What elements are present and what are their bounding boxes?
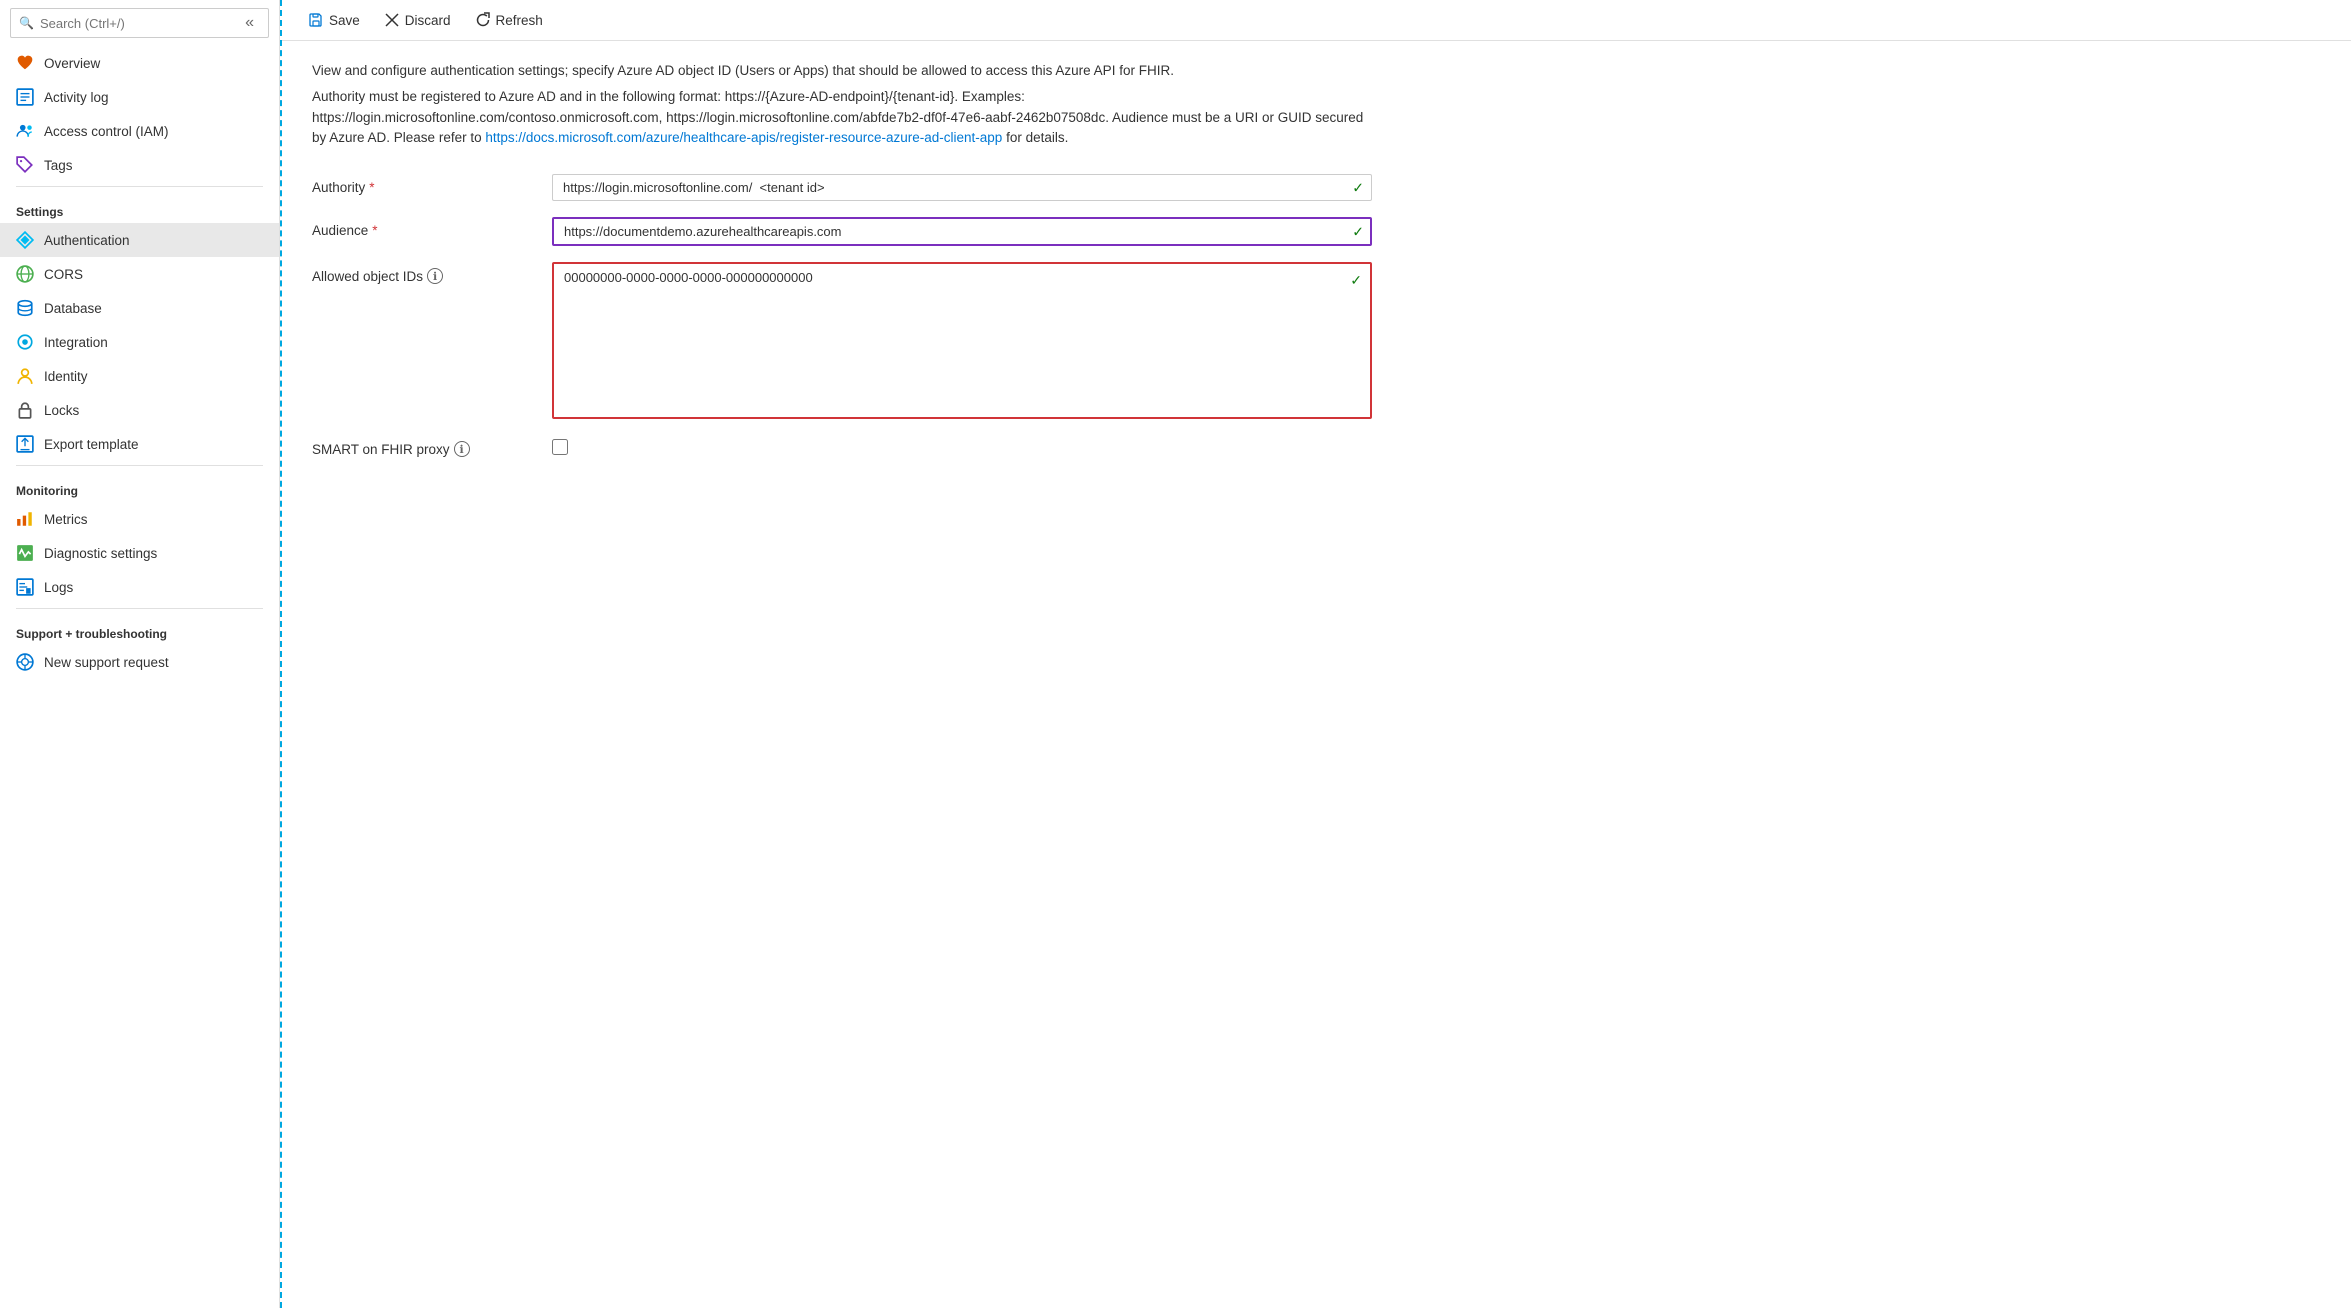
divider-monitoring [16, 465, 263, 466]
collapse-button[interactable]: « [239, 14, 260, 32]
sidebar-item-label: Overview [44, 56, 100, 71]
sidebar-item-label: Export template [44, 437, 139, 452]
smart-proxy-info-icon[interactable]: ℹ [454, 441, 470, 457]
authority-required: * [369, 180, 374, 195]
sidebar-item-label: Locks [44, 403, 79, 418]
smart-proxy-control [552, 435, 1372, 455]
sidebar-item-label: Tags [44, 158, 73, 173]
search-box[interactable]: 🔍 « [10, 8, 269, 38]
integration-icon [16, 333, 34, 351]
sidebar: 🔍 « Overview Activity log Access control… [0, 0, 280, 1308]
logs-icon [16, 578, 34, 596]
save-icon [308, 12, 324, 28]
sidebar-item-label: Access control (IAM) [44, 124, 169, 139]
identity-icon [16, 367, 34, 385]
sidebar-item-label: Metrics [44, 512, 88, 527]
audience-row: Audience * ✓ [312, 217, 1372, 246]
cors-icon [16, 265, 34, 283]
settings-section-header: Settings [0, 191, 279, 223]
support-section-header: Support + troubleshooting [0, 613, 279, 645]
sidebar-item-logs[interactable]: Logs [0, 570, 279, 604]
content-area: View and configure authentication settin… [282, 41, 2351, 1308]
sidebar-item-label: Integration [44, 335, 108, 350]
sidebar-item-label: Diagnostic settings [44, 546, 157, 561]
sidebar-item-new-support-request[interactable]: New support request [0, 645, 279, 679]
sidebar-item-label: CORS [44, 267, 83, 282]
sidebar-item-activity-log[interactable]: Activity log [0, 80, 279, 114]
audience-control: ✓ [552, 217, 1372, 246]
discard-label: Discard [405, 13, 451, 28]
people-icon [16, 122, 34, 140]
divider-settings [16, 186, 263, 187]
metrics-icon [16, 510, 34, 528]
save-button[interactable]: Save [298, 8, 370, 32]
support-icon [16, 653, 34, 671]
audience-input[interactable] [552, 217, 1372, 246]
sidebar-item-integration[interactable]: Integration [0, 325, 279, 359]
authority-row: Authority * ✓ [312, 174, 1372, 201]
sidebar-item-authentication[interactable]: Authentication [0, 223, 279, 257]
audience-check-icon: ✓ [1352, 223, 1364, 240]
smart-proxy-checkbox[interactable] [552, 439, 568, 455]
sidebar-item-tags[interactable]: Tags [0, 148, 279, 182]
search-input[interactable] [40, 16, 233, 31]
refresh-label: Refresh [496, 13, 543, 28]
allowed-ids-check-icon: ✓ [1350, 272, 1362, 289]
authority-check-icon: ✓ [1352, 179, 1364, 196]
description-1: View and configure authentication settin… [312, 61, 1372, 81]
description-2: Authority must be registered to Azure AD… [312, 87, 1372, 148]
discard-button[interactable]: Discard [374, 8, 461, 32]
allowed-object-ids-wrapper: 00000000-0000-0000-0000-000000000000 ✓ [552, 262, 1372, 419]
allowed-object-ids-row: Allowed object IDs ℹ 00000000-0000-0000-… [312, 262, 1372, 419]
diagnostic-icon [16, 544, 34, 562]
sidebar-item-database[interactable]: Database [0, 291, 279, 325]
tag-icon [16, 156, 34, 174]
description-2-after: for details. [1002, 130, 1068, 145]
main-panel: Save Discard Refresh View and configure … [280, 0, 2351, 1308]
export-icon [16, 435, 34, 453]
smart-proxy-checkbox-wrapper [552, 435, 1372, 455]
refresh-button[interactable]: Refresh [465, 8, 553, 32]
sidebar-item-label: New support request [44, 655, 169, 670]
sidebar-item-identity[interactable]: Identity [0, 359, 279, 393]
sidebar-item-metrics[interactable]: Metrics [0, 502, 279, 536]
diamond-icon [16, 231, 34, 249]
toolbar: Save Discard Refresh [282, 0, 2351, 41]
sidebar-item-locks[interactable]: Locks [0, 393, 279, 427]
audience-required: * [372, 223, 377, 238]
authority-control: ✓ [552, 174, 1372, 201]
activity-icon [16, 88, 34, 106]
save-label: Save [329, 13, 360, 28]
database-icon [16, 299, 34, 317]
sidebar-item-label: Database [44, 301, 102, 316]
sidebar-item-diagnostic[interactable]: Diagnostic settings [0, 536, 279, 570]
allowed-ids-info-icon[interactable]: ℹ [427, 268, 443, 284]
search-icon: 🔍 [19, 16, 34, 30]
authority-input[interactable] [552, 174, 1372, 201]
audience-input-wrapper: ✓ [552, 217, 1372, 246]
sidebar-item-label: Authentication [44, 233, 130, 248]
sidebar-item-access-control[interactable]: Access control (IAM) [0, 114, 279, 148]
allowed-object-ids-textarea[interactable]: 00000000-0000-0000-0000-000000000000 [554, 264, 1370, 414]
divider-support [16, 608, 263, 609]
sidebar-item-cors[interactable]: CORS [0, 257, 279, 291]
smart-proxy-label: SMART on FHIR proxy ℹ [312, 435, 552, 457]
lock-icon [16, 401, 34, 419]
authority-input-wrapper: ✓ [552, 174, 1372, 201]
sidebar-item-label: Identity [44, 369, 88, 384]
sidebar-item-label: Activity log [44, 90, 109, 105]
sidebar-item-overview[interactable]: Overview [0, 46, 279, 80]
discard-icon [384, 12, 400, 28]
allowed-object-ids-control: 00000000-0000-0000-0000-000000000000 ✓ [552, 262, 1372, 419]
description-link[interactable]: https://docs.microsoft.com/azure/healthc… [485, 130, 1002, 145]
sidebar-item-export-template[interactable]: Export template [0, 427, 279, 461]
sidebar-item-label: Logs [44, 580, 73, 595]
monitoring-section-header: Monitoring [0, 470, 279, 502]
allowed-object-ids-label: Allowed object IDs ℹ [312, 262, 552, 284]
authority-label: Authority * [312, 174, 552, 195]
audience-label: Audience * [312, 217, 552, 238]
heart-icon [16, 54, 34, 72]
smart-proxy-row: SMART on FHIR proxy ℹ [312, 435, 1372, 457]
refresh-icon [475, 12, 491, 28]
